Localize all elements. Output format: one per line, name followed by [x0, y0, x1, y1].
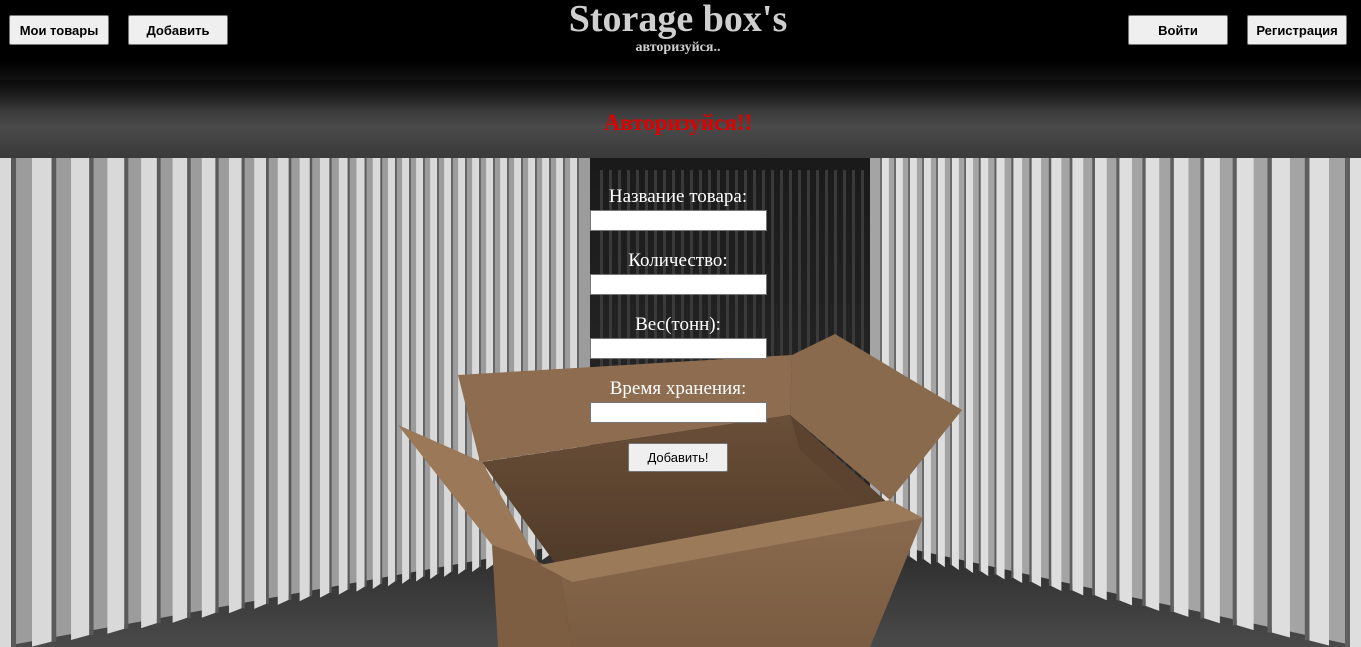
quantity-input[interactable]	[590, 274, 767, 295]
page: Мои товары Добавить Storage box's автори…	[0, 0, 1361, 647]
login-button[interactable]: Войти	[1128, 15, 1228, 45]
storage-time-label: Время хранения:	[609, 378, 747, 399]
weight-label: Вес(тонн):	[635, 314, 721, 335]
add-product-submit-button[interactable]: Добавить!	[628, 443, 728, 472]
storage-time-input[interactable]	[590, 402, 767, 423]
register-button[interactable]: Регистрация	[1247, 15, 1347, 45]
product-name-label: Название товара:	[608, 186, 748, 207]
product-name-input[interactable]	[590, 210, 767, 231]
quantity-label: Количество:	[628, 250, 728, 271]
weight-input[interactable]	[590, 338, 767, 359]
auth-required-warning: Авторизуйся!!	[603, 110, 753, 135]
